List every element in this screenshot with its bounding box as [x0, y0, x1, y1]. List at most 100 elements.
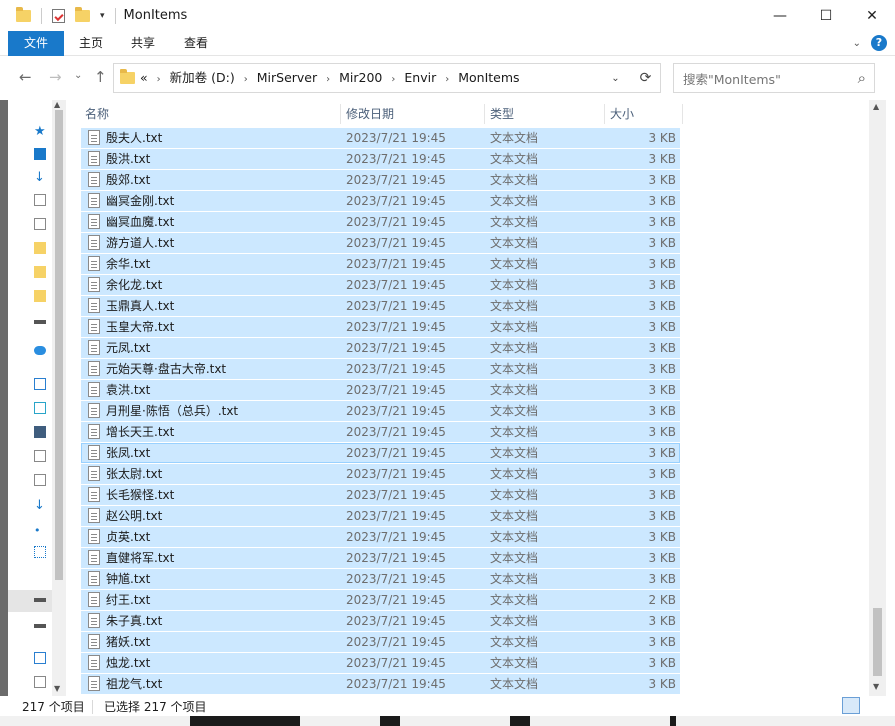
drive-icon[interactable] — [34, 598, 46, 602]
table-row[interactable]: 张凤.txt 2023/7/21 19:45 文本文档 3 KB — [81, 443, 680, 463]
pictures-icon[interactable] — [34, 450, 46, 462]
file-list-scrollbar[interactable]: ▲ ▼ — [869, 100, 886, 696]
file-name[interactable]: 玉皇大帝.txt — [106, 317, 174, 337]
file-name[interactable]: 幽冥金刚.txt — [106, 191, 174, 211]
breadcrumb-chevron-icon[interactable]: › — [244, 74, 248, 85]
file-name[interactable]: 贞英.txt — [106, 527, 150, 547]
desktop-icon[interactable] — [34, 148, 46, 160]
table-row[interactable]: 幽冥血魔.txt 2023/7/21 19:45 文本文档 3 KB — [81, 212, 680, 232]
file-name[interactable]: 袁洪.txt — [106, 380, 150, 400]
column-header-type[interactable]: 类型 — [484, 100, 604, 128]
tab-view[interactable]: 查看 — [177, 31, 215, 56]
details-view-icon[interactable] — [842, 697, 860, 714]
column-header-size[interactable]: 大小 — [604, 100, 682, 128]
table-row[interactable]: 长毛猴怪.txt 2023/7/21 19:45 文本文档 3 KB — [81, 485, 680, 505]
table-row[interactable]: 袁洪.txt 2023/7/21 19:45 文本文档 3 KB — [81, 380, 680, 400]
folder-icon[interactable] — [34, 290, 46, 302]
table-row[interactable]: 月刑星·陈悟（总兵）.txt 2023/7/21 19:45 文本文档 3 KB — [81, 401, 680, 421]
file-name[interactable]: 余化龙.txt — [106, 275, 162, 295]
table-row[interactable]: 祖龙气.txt 2023/7/21 19:45 文本文档 3 KB — [81, 674, 680, 694]
minimize-button[interactable]: — — [757, 0, 803, 31]
breadcrumb-item[interactable]: 新加卷 (D:) — [170, 70, 235, 85]
3d-objects-icon[interactable] — [34, 402, 46, 414]
table-row[interactable]: 游方道人.txt 2023/7/21 19:45 文本文档 3 KB — [81, 233, 680, 253]
breadcrumb-chevron-icon[interactable]: › — [391, 74, 395, 85]
breadcrumb-item[interactable]: MirServer — [257, 70, 317, 85]
file-name[interactable]: 殷郊.txt — [106, 170, 150, 190]
drive-icon[interactable] — [34, 676, 46, 688]
column-divider[interactable] — [682, 104, 683, 124]
scrollbar-thumb[interactable] — [873, 608, 882, 676]
address-bar[interactable]: « › 新加卷 (D:) › MirServer › Mir200 › Envir › MonIte… — [113, 63, 661, 93]
file-name[interactable]: 祖龙气.txt — [106, 674, 162, 694]
file-name[interactable]: 殷夫人.txt — [106, 128, 162, 148]
this-pc-icon[interactable] — [34, 378, 46, 390]
file-name[interactable]: 长毛猴怪.txt — [106, 485, 174, 505]
file-name[interactable]: 赵公明.txt — [106, 506, 162, 526]
table-row[interactable]: 钟馗.txt 2023/7/21 19:45 文本文档 3 KB — [81, 569, 680, 589]
table-row[interactable]: 猪妖.txt 2023/7/21 19:45 文本文档 3 KB — [81, 632, 680, 652]
table-row[interactable]: 元始天尊·盘古大帝.txt 2023/7/21 19:45 文本文档 3 KB — [81, 359, 680, 379]
folder-icon[interactable] — [34, 242, 46, 254]
file-name[interactable]: 幽冥血魔.txt — [106, 212, 174, 232]
breadcrumb-overflow[interactable]: « — [140, 70, 148, 85]
refresh-icon[interactable]: ⟳ — [631, 63, 661, 93]
documents-icon[interactable] — [34, 194, 46, 206]
file-name[interactable]: 直健将军.txt — [106, 548, 174, 568]
breadcrumb-chevron-icon[interactable]: › — [445, 74, 449, 85]
file-name[interactable]: 张凤.txt — [106, 443, 150, 463]
table-row[interactable]: 殷郊.txt 2023/7/21 19:45 文本文档 3 KB — [81, 170, 680, 190]
address-history-chevron-icon[interactable]: ⌄ — [603, 63, 628, 93]
breadcrumb-item[interactable]: Envir — [404, 70, 436, 85]
tab-home[interactable]: 主页 — [72, 31, 110, 56]
quick-access-star-icon[interactable]: ★ — [34, 124, 48, 139]
file-name[interactable]: 烛龙.txt — [106, 653, 150, 673]
file-name[interactable]: 玉鼎真人.txt — [106, 296, 174, 316]
table-row[interactable]: 殷洪.txt 2023/7/21 19:45 文本文档 3 KB — [81, 149, 680, 169]
table-row[interactable]: 朱子真.txt 2023/7/21 19:45 文本文档 3 KB — [81, 611, 680, 631]
file-name[interactable]: 张太尉.txt — [106, 464, 162, 484]
table-row[interactable]: 烛龙.txt 2023/7/21 19:45 文本文档 3 KB — [81, 653, 680, 673]
file-name[interactable]: 月刑星·陈悟（总兵）.txt — [106, 401, 238, 421]
search-icon[interactable]: ⌕ — [858, 69, 866, 87]
breadcrumb-chevron-icon[interactable]: › — [157, 74, 161, 85]
nav-pane-scrollbar[interactable]: ▲ ▼ — [52, 100, 66, 696]
table-row[interactable]: 直健将军.txt 2023/7/21 19:45 文本文档 3 KB — [81, 548, 680, 568]
drive-icon[interactable] — [34, 320, 46, 324]
file-name[interactable]: 猪妖.txt — [106, 632, 150, 652]
folder-icon[interactable] — [34, 266, 46, 278]
file-name[interactable]: 殷洪.txt — [106, 149, 150, 169]
breadcrumb-item[interactable]: Mir200 — [339, 70, 382, 85]
table-row[interactable]: 余华.txt 2023/7/21 19:45 文本文档 3 KB — [81, 254, 680, 274]
downloads-icon[interactable]: ↓ — [34, 170, 46, 185]
table-row[interactable]: 增长天王.txt 2023/7/21 19:45 文本文档 3 KB — [81, 422, 680, 442]
table-row[interactable]: 余化龙.txt 2023/7/21 19:45 文本文档 3 KB — [81, 275, 680, 295]
scroll-up-icon[interactable]: ▲ — [54, 100, 60, 109]
documents-icon[interactable] — [34, 474, 46, 486]
file-name[interactable]: 游方道人.txt — [106, 233, 174, 253]
search-box[interactable]: ⌕ — [673, 63, 875, 93]
file-name[interactable]: 增长天王.txt — [106, 422, 174, 442]
scroll-down-icon[interactable]: ▼ — [873, 682, 879, 691]
table-row[interactable]: 赵公明.txt 2023/7/21 19:45 文本文档 3 KB — [81, 506, 680, 526]
file-name[interactable]: 元始天尊·盘古大帝.txt — [106, 359, 226, 379]
table-row[interactable]: 幽冥金刚.txt 2023/7/21 19:45 文本文档 3 KB — [81, 191, 680, 211]
properties-icon[interactable] — [52, 8, 65, 23]
help-icon[interactable]: ? — [871, 35, 887, 51]
expand-ribbon-chevron-icon[interactable]: ⌄ — [853, 38, 861, 49]
close-button[interactable]: ✕ — [849, 0, 895, 31]
back-button[interactable]: ← — [19, 68, 32, 86]
search-input[interactable] — [683, 70, 843, 88]
forward-button[interactable]: → — [49, 68, 62, 86]
tab-file[interactable]: 文件 — [8, 31, 64, 56]
up-button[interactable]: ↑ — [94, 68, 107, 86]
downloads-icon[interactable]: ↓ — [34, 498, 46, 513]
table-row[interactable]: 纣王.txt 2023/7/21 19:45 文本文档 2 KB — [81, 590, 680, 610]
file-name[interactable]: 余华.txt — [106, 254, 150, 274]
large-icons-view-icon[interactable] — [864, 697, 882, 714]
file-name[interactable]: 纣王.txt — [106, 590, 150, 610]
file-name[interactable]: 朱子真.txt — [106, 611, 162, 631]
file-name[interactable]: 元凤.txt — [106, 338, 150, 358]
table-row[interactable]: 殷夫人.txt 2023/7/21 19:45 文本文档 3 KB — [81, 128, 680, 148]
column-header-name[interactable]: 名称 — [79, 100, 339, 128]
